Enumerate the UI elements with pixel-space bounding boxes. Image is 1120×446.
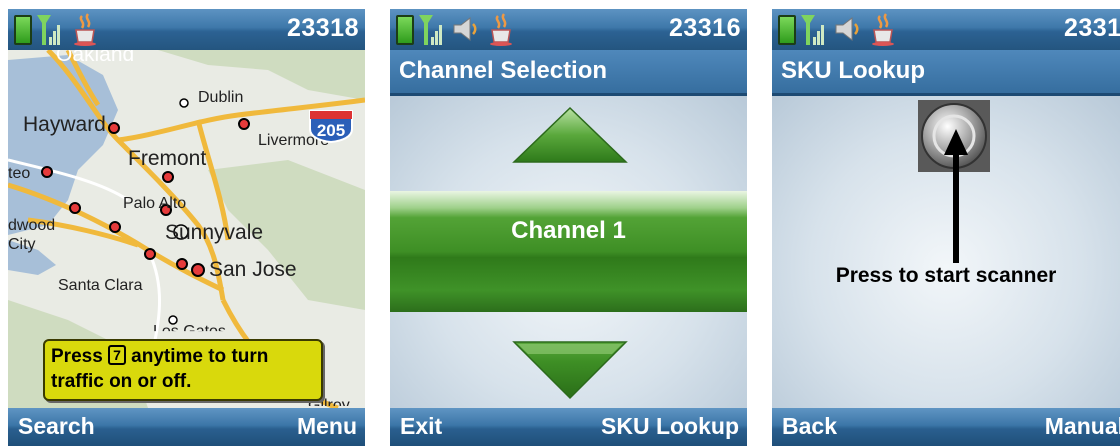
battery-icon xyxy=(14,15,32,45)
phone-screen-map: Oakland Dublin Hayward Livermore Fremont… xyxy=(8,9,365,446)
java-icon xyxy=(74,13,96,46)
banner-line-1: Press 7 anytime to turn xyxy=(51,345,268,368)
speaker-icon xyxy=(835,16,859,42)
map-label-dwood: dwood xyxy=(8,217,56,234)
battery-icon xyxy=(778,15,796,45)
map-label-fremont: Fremont xyxy=(128,147,207,170)
signal-strength-icon xyxy=(419,15,442,45)
map-label-santa-clara: Santa Clara xyxy=(58,277,143,294)
map-label-oakland: Oakland xyxy=(56,50,135,66)
page-title: SKU Lookup xyxy=(781,57,925,84)
softkey-bar: Back Manual xyxy=(772,408,1120,446)
highway-number: 205 xyxy=(317,121,345,140)
channel-down-arrow-icon[interactable] xyxy=(512,340,628,400)
channel-selector-bar[interactable]: Channel 1 xyxy=(390,191,747,312)
java-icon xyxy=(872,13,894,46)
status-bar: 23316 xyxy=(772,9,1120,50)
map-label-palo-alto: Palo Alto xyxy=(123,195,187,212)
phone-screen-sku-lookup: Press to start scanner 23316 SKU Lookup … xyxy=(772,9,1120,446)
map-label-teo: teo xyxy=(8,165,31,182)
banner-text-anytime: anytime to turn xyxy=(131,346,269,367)
traffic-tip-banner: Press 7 anytime to turn traffic on or of… xyxy=(43,339,323,401)
channel-label: Channel 1 xyxy=(511,217,626,244)
banner-line-2: traffic on or off. xyxy=(51,371,192,392)
banner-text-press: Press xyxy=(51,346,103,367)
back-softkey[interactable]: Back xyxy=(782,413,837,440)
phone-screen-channel-selection: Channel 1 23316 Channel Selection Exit S… xyxy=(390,9,747,446)
map-label-san-jose: San Jose xyxy=(209,258,297,281)
softkey-bar: Exit SKU Lookup xyxy=(390,408,747,446)
softkey-bar: Search Menu xyxy=(8,408,365,446)
page-title: Channel Selection xyxy=(399,57,608,84)
status-number: 23316 xyxy=(668,14,741,42)
title-bar: SKU Lookup xyxy=(772,50,1120,96)
status-number: 23316 xyxy=(1063,14,1120,42)
key-7-icon: 7 xyxy=(108,345,126,365)
map-label-city: City xyxy=(8,236,36,253)
signal-strength-icon xyxy=(801,15,824,45)
speaker-icon xyxy=(453,16,477,42)
java-icon xyxy=(490,13,512,46)
signal-strength-icon xyxy=(37,15,60,45)
pointer-arrow-icon xyxy=(944,129,968,263)
manual-softkey[interactable]: Manual xyxy=(1045,413,1120,440)
map-label-sunnyvale: Sunnyvale xyxy=(165,221,264,244)
status-number: 23318 xyxy=(286,14,359,42)
channel-up-arrow-icon[interactable] xyxy=(512,106,628,164)
status-bar: 23316 xyxy=(390,9,747,50)
battery-icon xyxy=(396,15,414,45)
status-bar: 23318 xyxy=(8,9,365,50)
title-bar: Channel Selection xyxy=(390,50,747,96)
map-label-dublin: Dublin xyxy=(198,89,244,106)
search-softkey[interactable]: Search xyxy=(18,413,95,440)
scanner-instruction: Press to start scanner xyxy=(835,264,1057,287)
highway-shield-icon: 205 xyxy=(309,110,353,143)
sku-lookup-softkey[interactable]: SKU Lookup xyxy=(601,413,739,440)
map-label-hayward: Hayward xyxy=(23,113,106,136)
exit-softkey[interactable]: Exit xyxy=(400,413,442,440)
menu-softkey[interactable]: Menu xyxy=(297,413,357,440)
